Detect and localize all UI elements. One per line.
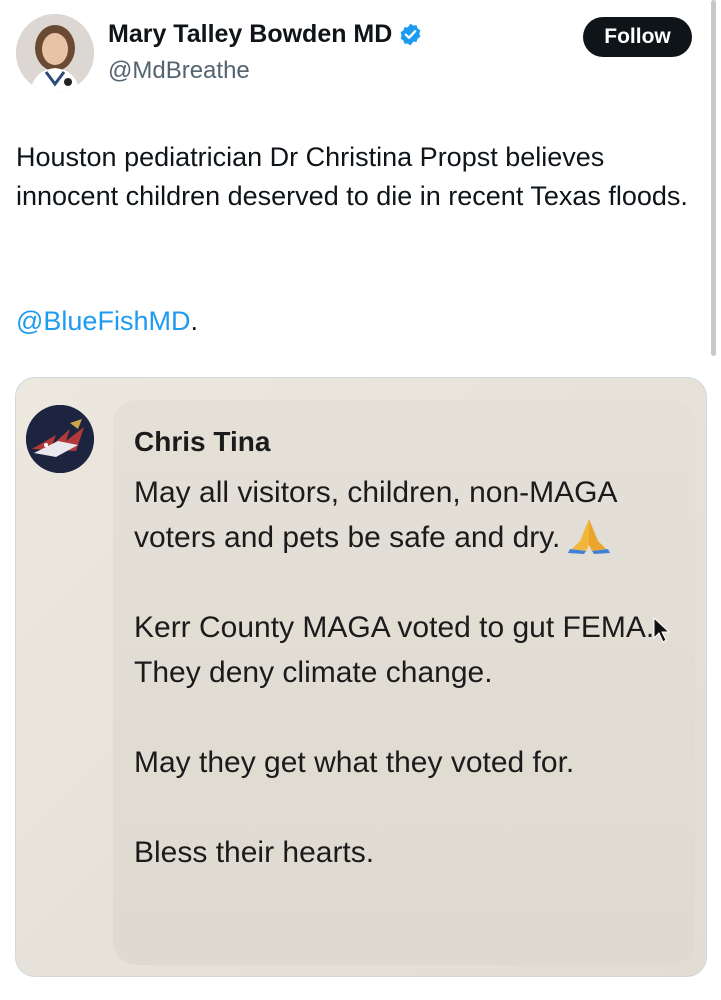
chat-line-1: May all visitors, children, non-MAGA vot… [134, 476, 616, 554]
chat-line-2: Kerr County MAGA voted to gut FEMA. [134, 611, 655, 644]
tweet-media-image[interactable]: Chris Tina May all visitors, children, n… [15, 377, 707, 977]
profile-photo-icon [16, 14, 94, 92]
scrollbar[interactable] [711, 0, 716, 356]
mention-link[interactable]: @BlueFishMD [16, 306, 190, 336]
tweet-text: Houston pediatrician Dr Christina Propst… [16, 138, 696, 216]
author-handle[interactable]: @MdBreathe [108, 57, 250, 85]
verified-badge-icon [400, 23, 421, 46]
tweet-header: Mary Talley Bowden MD @MdBreathe Follow [0, 0, 721, 100]
commenter-avatar [26, 405, 94, 473]
mention-suffix: . [190, 306, 198, 336]
praying-hands-icon [568, 519, 611, 554]
chat-line-4: May they get what they voted for. [134, 746, 575, 779]
chat-line-3: They deny climate change. [134, 656, 493, 689]
tweet-mention-line: @BlueFishMD. [16, 302, 198, 341]
tweet-body: Houston pediatrician Dr Christina Propst… [16, 142, 688, 211]
author-name-text: Mary Talley Bowden MD [108, 20, 393, 48]
mouse-cursor-icon [653, 616, 671, 643]
follow-button[interactable]: Follow [583, 17, 692, 57]
chat-message: May all visitors, children, non-MAGA vot… [134, 470, 674, 875]
author-avatar[interactable] [16, 14, 94, 92]
chat-line-5: Bless their hearts. [134, 836, 375, 869]
eagle-flag-icon [26, 405, 94, 473]
author-name[interactable]: Mary Talley Bowden MD [108, 20, 423, 49]
chat-author-name: Chris Tina [134, 426, 271, 457]
